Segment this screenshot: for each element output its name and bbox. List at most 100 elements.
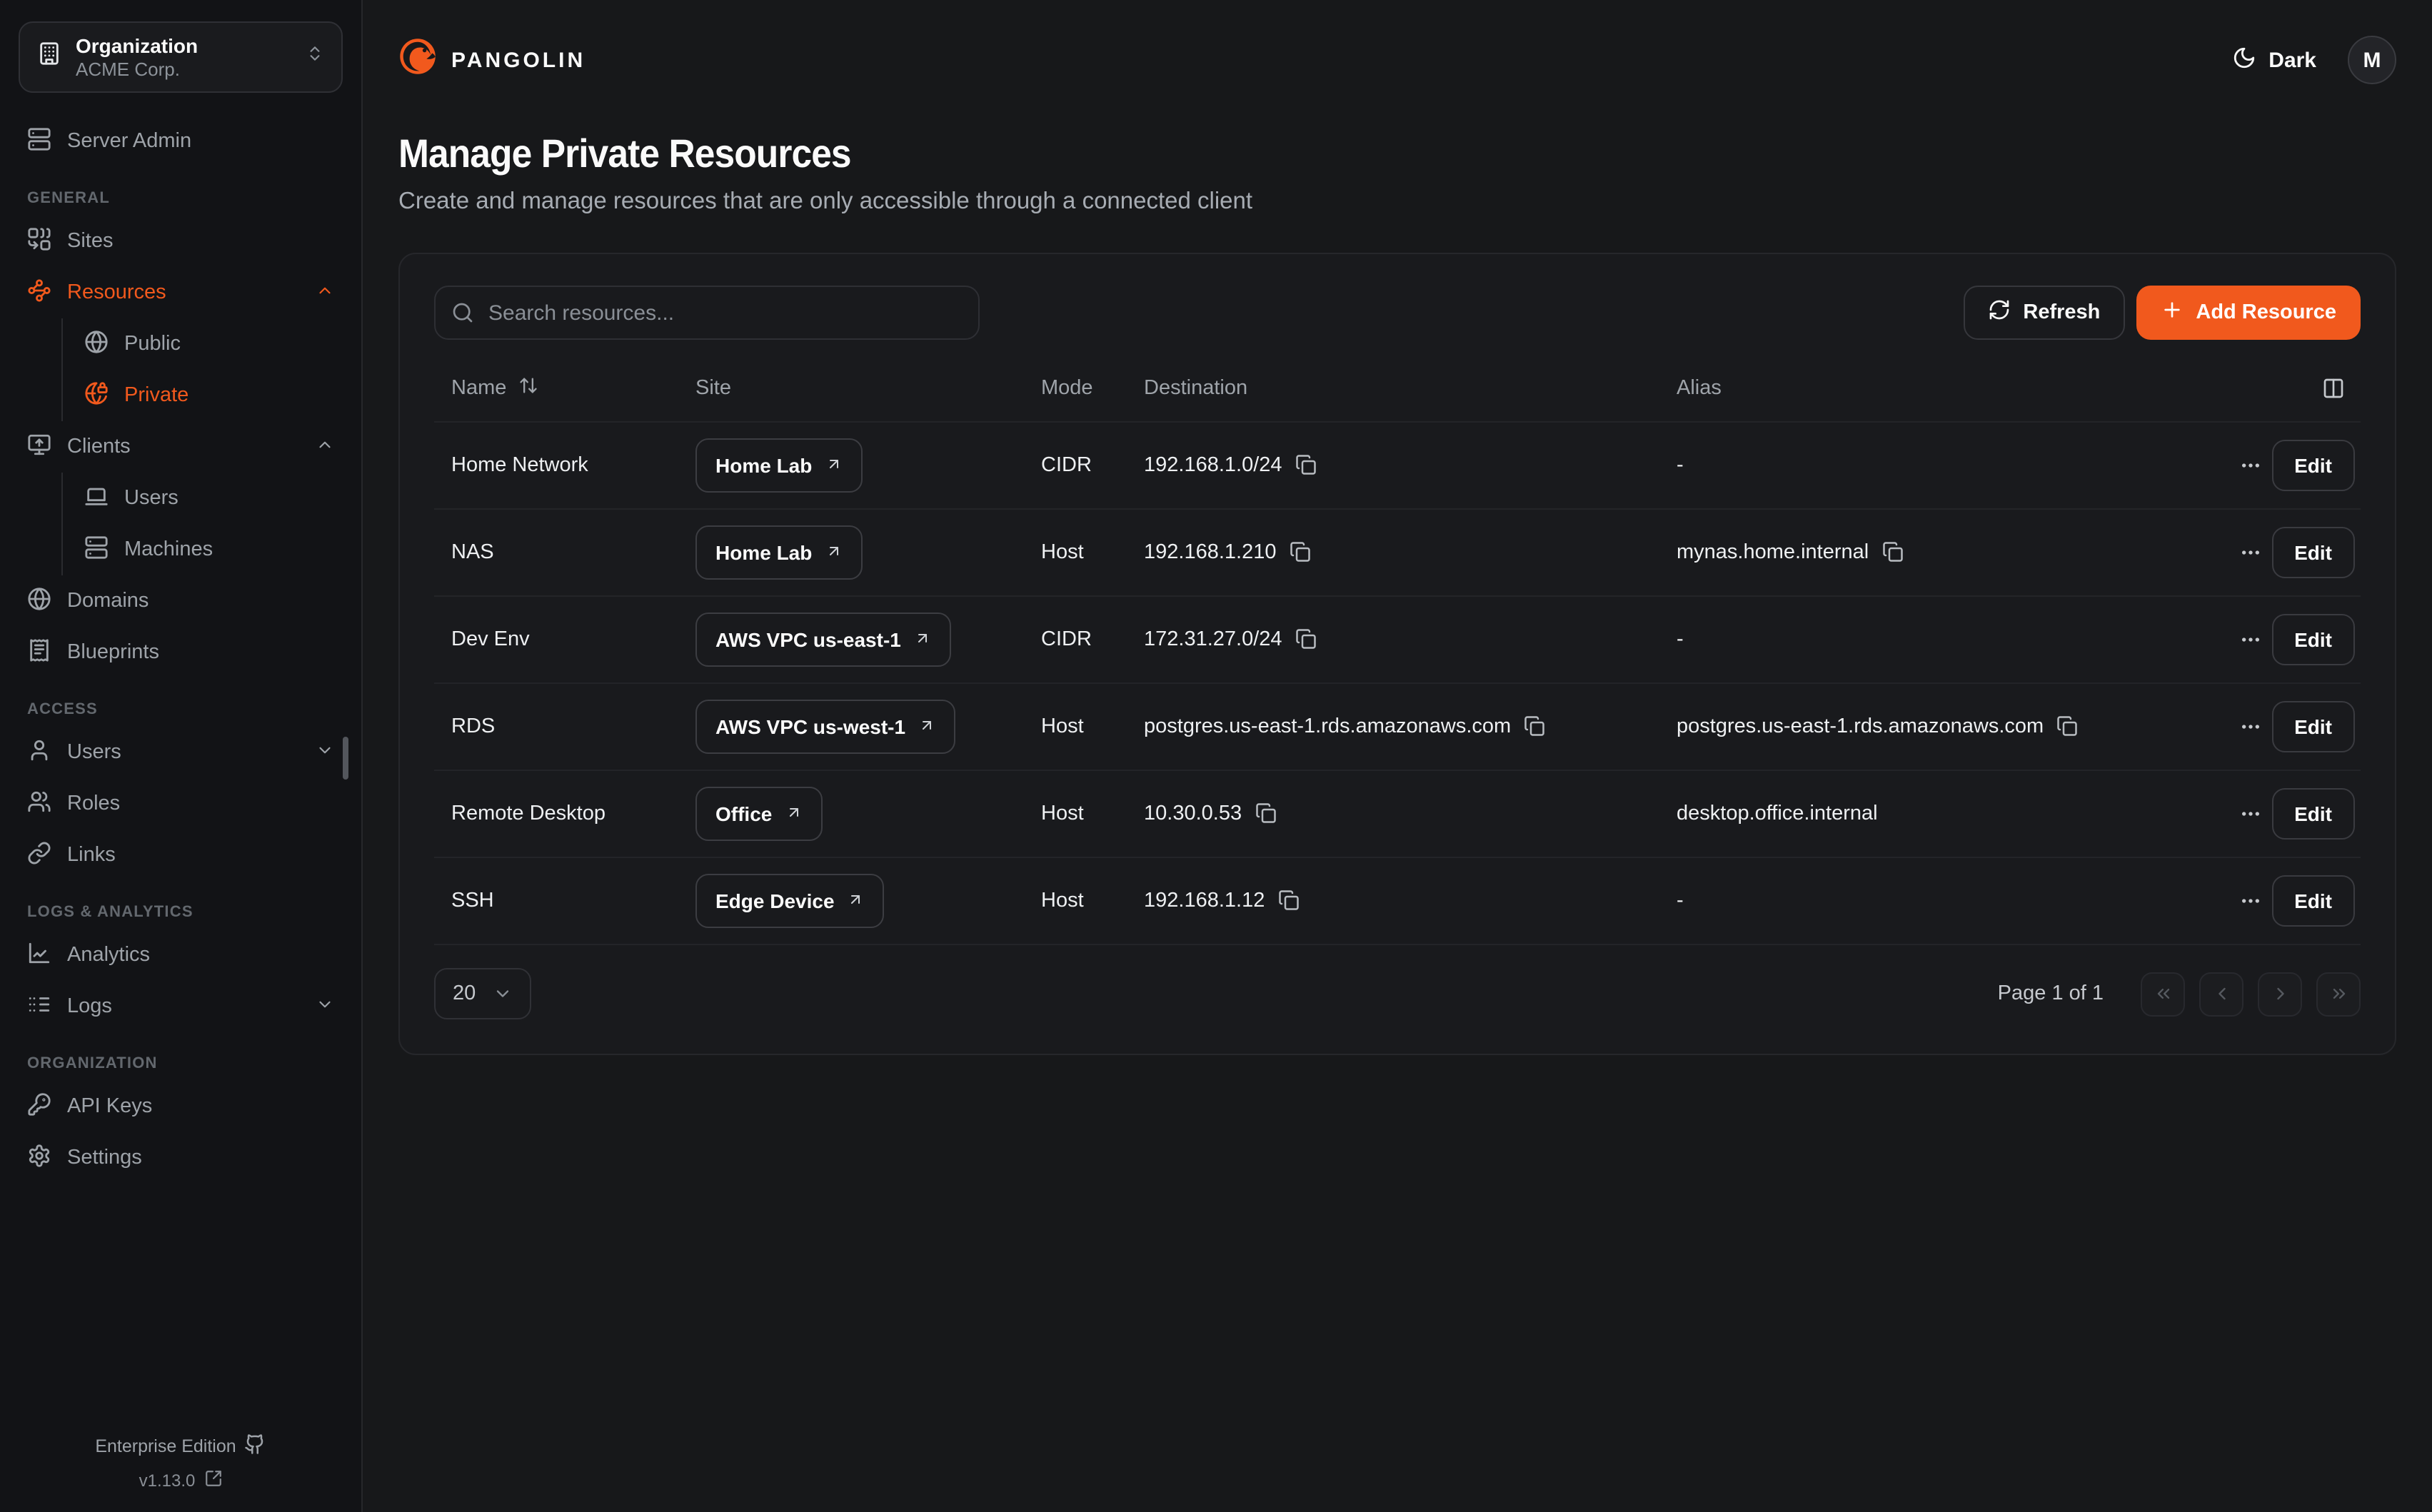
edit-button[interactable]: Edit: [2271, 701, 2355, 752]
edit-button[interactable]: Edit: [2271, 527, 2355, 578]
theme-toggle[interactable]: Dark: [2231, 45, 2316, 75]
sidebar-item-users[interactable]: Users: [19, 727, 343, 778]
sidebar-item-settings[interactable]: Settings: [19, 1132, 343, 1184]
copy-icon[interactable]: [1289, 541, 1312, 564]
edit-button[interactable]: Edit: [2271, 440, 2355, 491]
cell-alias: -: [1659, 628, 2218, 651]
pangolin-logo-icon: [398, 37, 437, 83]
row-menu-icon[interactable]: [2235, 794, 2266, 834]
key-icon: [27, 1092, 51, 1122]
row-menu-icon[interactable]: [2235, 533, 2266, 573]
github-icon[interactable]: [245, 1433, 266, 1459]
cell-name: Remote Desktop: [434, 802, 678, 825]
cell-destination: 192.168.1.0/24: [1144, 454, 1282, 477]
row-menu-icon[interactable]: [2235, 445, 2266, 485]
copy-icon[interactable]: [1295, 628, 1318, 651]
site-link[interactable]: Edge Device: [695, 874, 885, 928]
sidebar-scrollbar-thumb[interactable]: [343, 737, 348, 780]
sidebar-item-domains[interactable]: Domains: [19, 575, 343, 627]
column-header-site: Site: [678, 376, 1024, 399]
edit-button[interactable]: Edit: [2271, 614, 2355, 665]
arrow-up-right-icon: [825, 541, 842, 564]
column-settings-icon[interactable]: [2312, 366, 2355, 409]
cell-mode: Host: [1024, 889, 1127, 912]
cell-alias: -: [1659, 454, 2218, 477]
sidebar-item-private[interactable]: Private: [63, 370, 343, 421]
cell-alias: mynas.home.internal: [1677, 541, 1869, 564]
copy-icon[interactable]: [1277, 889, 1300, 912]
sidebar-item-api-keys[interactable]: API Keys: [19, 1081, 343, 1132]
copy-icon[interactable]: [1255, 802, 1277, 825]
page-subtitle: Create and manage resources that are onl…: [398, 188, 2396, 216]
copy-icon[interactable]: [1881, 541, 1904, 564]
sidebar-item-blueprints[interactable]: Blueprints: [19, 627, 343, 678]
section-logs-analytics: LOGS & ANALYTICS: [19, 904, 343, 921]
site-link[interactable]: AWS VPC us-east-1: [695, 613, 951, 667]
org-selector[interactable]: Organization ACME Corp.: [19, 21, 343, 93]
sidebar-item-sites[interactable]: Sites: [19, 216, 343, 267]
sidebar-item-client-users[interactable]: Users: [63, 473, 343, 524]
row-menu-icon[interactable]: [2235, 620, 2266, 660]
page-size-select[interactable]: 20: [434, 968, 531, 1019]
search-input[interactable]: [434, 286, 980, 340]
monitor-up-icon: [27, 432, 51, 462]
last-page-button[interactable]: [2316, 972, 2361, 1016]
next-page-button[interactable]: [2258, 972, 2302, 1016]
cell-name: RDS: [434, 715, 678, 738]
refresh-button[interactable]: Refresh: [1963, 286, 2124, 340]
user-icon: [27, 737, 51, 767]
sort-icon: [518, 375, 538, 400]
globe-icon: [84, 329, 109, 359]
link-icon: [27, 840, 51, 870]
arrow-up-right-icon: [848, 889, 865, 912]
chevron-up-icon: [316, 435, 334, 459]
row-menu-icon[interactable]: [2235, 881, 2266, 921]
site-link[interactable]: Home Lab: [695, 438, 862, 493]
section-organization: ORGANIZATION: [19, 1055, 343, 1072]
refresh-icon: [1987, 298, 2010, 327]
avatar[interactable]: M: [2348, 36, 2396, 84]
site-link[interactable]: Home Lab: [695, 525, 862, 580]
page-title: Manage Private Resources: [398, 131, 2236, 177]
edit-button[interactable]: Edit: [2271, 788, 2355, 840]
sidebar-item-resources[interactable]: Resources: [19, 267, 343, 318]
sidebar-item-public[interactable]: Public: [63, 318, 343, 370]
sidebar-item-roles[interactable]: Roles: [19, 778, 343, 830]
sidebar-item-clients[interactable]: Clients: [19, 421, 343, 473]
add-resource-button[interactable]: Add Resource: [2136, 286, 2361, 340]
site-link[interactable]: AWS VPC us-west-1: [695, 700, 955, 754]
sidebar: Organization ACME Corp. Server Admin GEN…: [0, 0, 363, 1512]
copy-icon[interactable]: [2056, 715, 2079, 738]
edit-button[interactable]: Edit: [2271, 875, 2355, 927]
chevrons-up-down-icon: [306, 44, 324, 70]
cell-mode: CIDR: [1024, 454, 1127, 477]
arrow-up-right-icon: [918, 715, 935, 738]
site-link[interactable]: Office: [695, 787, 822, 841]
plus-icon: [2160, 298, 2183, 327]
column-header-name[interactable]: Name: [434, 375, 678, 400]
chevron-down-icon: [493, 984, 513, 1004]
sidebar-item-analytics[interactable]: Analytics: [19, 929, 343, 981]
copy-icon[interactable]: [1295, 454, 1318, 477]
org-selector-value: ACME Corp.: [76, 58, 291, 81]
row-menu-icon[interactable]: [2235, 707, 2266, 747]
arrow-up-right-icon: [785, 802, 802, 825]
cell-alias: desktop.office.internal: [1659, 802, 2218, 825]
sidebar-item-links[interactable]: Links: [19, 830, 343, 881]
chart-line-icon: [27, 940, 51, 970]
sidebar-item-server-admin[interactable]: Server Admin: [19, 116, 343, 167]
combine-icon: [27, 226, 51, 256]
table-row: Dev Env AWS VPC us-east-1 CIDR 172.31.27…: [434, 597, 2361, 684]
chevron-up-icon: [316, 281, 334, 305]
cell-mode: CIDR: [1024, 628, 1127, 651]
copy-icon[interactable]: [1524, 715, 1547, 738]
users-icon: [27, 789, 51, 819]
prev-page-button[interactable]: [2199, 972, 2243, 1016]
server-icon: [27, 126, 51, 156]
sidebar-item-machines[interactable]: Machines: [63, 524, 343, 575]
external-link-icon[interactable]: [203, 1469, 222, 1492]
main-content: PANGOLIN Dark M Manage Private Resources…: [363, 0, 2432, 1512]
cell-mode: Host: [1024, 541, 1127, 564]
first-page-button[interactable]: [2141, 972, 2185, 1016]
sidebar-item-logs[interactable]: Logs: [19, 981, 343, 1032]
